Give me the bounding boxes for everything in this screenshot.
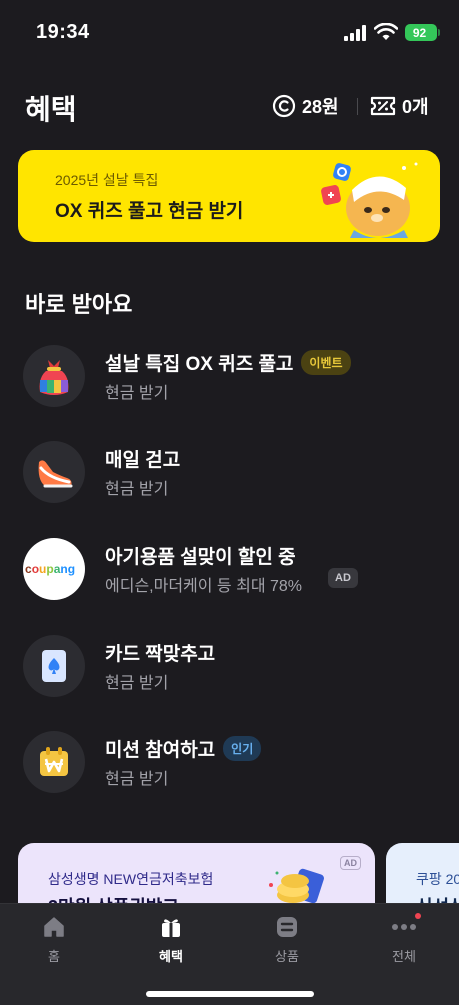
ad-badge: AD [328, 568, 358, 588]
nav-products[interactable]: 상품 [247, 914, 327, 964]
ad-card-subtitle: 쿠팡 20 [416, 871, 459, 887]
character-illustration [321, 162, 418, 238]
event-badge: 이벤트 [301, 350, 351, 375]
signal-icon [344, 25, 368, 41]
more-dots-icon [391, 914, 417, 940]
item-title: 카드 짝맞추고 [105, 644, 216, 665]
nav-benefits[interactable]: 혜택 [131, 914, 211, 964]
list-item[interactable]: 설날 특집 OX 퀴즈 풀고 이벤트 현금 받기 [0, 341, 459, 411]
item-subtitle: 현금 받기 [105, 771, 169, 788]
products-icon [274, 914, 300, 940]
status-bar: 19:34 92 [0, 0, 459, 66]
nav-label: 혜택 [159, 949, 183, 964]
header-divider [357, 98, 358, 115]
points-button[interactable]: 28원 [272, 93, 339, 119]
wifi-icon [374, 23, 398, 40]
home-icon [41, 914, 67, 940]
item-title: 설날 특집 OX 퀴즈 풀고 [105, 354, 294, 375]
item-title: 아기용품 설맞이 할인 중 [105, 547, 296, 568]
mission-calendar-icon [23, 731, 85, 793]
banner-subtitle: 2025년 설날 특집 [55, 172, 159, 188]
popular-badge: 인기 [223, 736, 262, 761]
svg-text:coupang: coupang [25, 562, 75, 576]
nav-label: 상품 [275, 949, 299, 964]
lucky-bag-icon [23, 345, 85, 407]
bottom-nav: 홈 혜택 상품 전체 [0, 903, 459, 1005]
nav-label: 전체 [392, 949, 416, 964]
ad-card-tag: AD [340, 856, 361, 870]
list-item[interactable]: coupang 아기용품 설맞이 할인 중 에디슨,마더케이 등 최대 78% … [0, 534, 459, 604]
item-subtitle: 현금 받기 [105, 675, 169, 692]
home-indicator [146, 991, 314, 997]
battery-icon: 92 [405, 24, 440, 41]
item-subtitle: 현금 받기 [105, 481, 169, 498]
list-item[interactable]: 매일 걷고 현금 받기 [0, 437, 459, 507]
item-subtitle: 에디슨,마더케이 등 최대 78% [105, 578, 303, 595]
playing-card-icon [23, 635, 85, 697]
coupon-icon [370, 96, 396, 116]
list-item[interactable]: 미션 참여하고 인기 현금 받기 [0, 727, 459, 797]
event-banner[interactable]: 2025년 설날 특집 OX 퀴즈 풀고 현금 받기 [18, 150, 440, 242]
item-title: 미션 참여하고 [105, 740, 216, 761]
coin-icon [272, 94, 296, 118]
page-title: 혜택 [25, 94, 77, 125]
sneaker-icon [23, 441, 85, 503]
list-item[interactable]: 카드 짝맞추고 현금 받기 [0, 631, 459, 701]
coupons-button[interactable]: 0개 [370, 93, 429, 119]
status-time: 19:34 [36, 21, 90, 43]
banner-title: OX 퀴즈 풀고 현금 받기 [55, 201, 244, 222]
page-header: 혜택 28원 0개 [0, 84, 459, 128]
battery-level: 92 [412, 25, 427, 40]
notification-dot [415, 913, 421, 919]
points-label: 28원 [302, 97, 339, 117]
coupang-logo: coupang [23, 538, 85, 600]
coupons-label: 0개 [402, 97, 429, 117]
nav-label: 홈 [48, 949, 60, 964]
nav-home[interactable]: 홈 [14, 914, 94, 964]
section-title: 바로 받아요 [25, 292, 133, 317]
item-subtitle: 현금 받기 [105, 385, 169, 402]
gift-icon [158, 914, 184, 940]
nav-all[interactable]: 전체 [364, 913, 444, 964]
item-title: 매일 걷고 [105, 450, 181, 471]
ad-card-subtitle: 삼성생명 NEW연금저축보험 [48, 871, 214, 887]
